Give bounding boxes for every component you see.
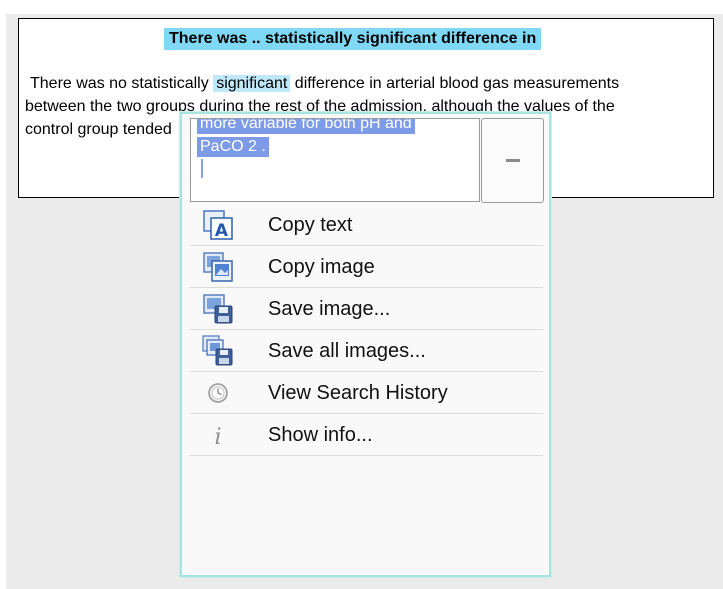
- history-icon: [208, 383, 228, 403]
- save-all-images-icon: [202, 335, 233, 366]
- copy-text-icon: A: [203, 210, 233, 241]
- document-line-3: control group tended: [25, 121, 172, 138]
- menu-item-save-all-images[interactable]: Save all images...: [190, 330, 543, 372]
- minus-icon: [505, 159, 520, 162]
- highlighted-word: significant: [213, 75, 291, 92]
- copy-image-icon: [203, 252, 233, 282]
- menu-item-copy-text[interactable]: A Copy text: [190, 204, 543, 246]
- preview-line-2: PaCO 2 .: [197, 137, 269, 157]
- menu-item-view-search-history[interactable]: View Search History: [190, 372, 543, 414]
- document-line-1: There was no statistically significant d…: [30, 73, 619, 95]
- preview-line-1: more variable for both pH and: [197, 119, 415, 134]
- save-all-images-label: Save all images...: [268, 340, 426, 362]
- menu-item-save-image[interactable]: Save image...: [190, 288, 543, 330]
- menu-item-show-info[interactable]: i Show info...: [190, 414, 543, 456]
- show-info-label: Show info...: [268, 424, 373, 446]
- text-preview-field[interactable]: more variable for both pH and PaCO 2 .: [190, 118, 480, 202]
- info-icon: i: [214, 425, 221, 450]
- save-image-label: Save image...: [268, 298, 391, 320]
- copy-image-label: Copy image: [268, 256, 375, 278]
- collapse-button[interactable]: [481, 118, 544, 203]
- text-caret: [201, 159, 203, 178]
- context-menu: more variable for both pH and PaCO 2 . A…: [180, 112, 551, 577]
- menu-item-copy-image[interactable]: Copy image: [190, 246, 543, 288]
- svg-text:i: i: [214, 425, 221, 450]
- view-search-history-label: View Search History: [268, 382, 448, 404]
- svg-text:A: A: [215, 221, 229, 241]
- line-1-text-before: There was no statistically: [30, 75, 214, 92]
- save-image-icon: [203, 294, 233, 324]
- copy-text-label: Copy text: [268, 214, 353, 236]
- line-1-text-after: difference in arterial blood gas measure…: [290, 75, 620, 92]
- document-title: There was .. statistically significant d…: [164, 28, 542, 50]
